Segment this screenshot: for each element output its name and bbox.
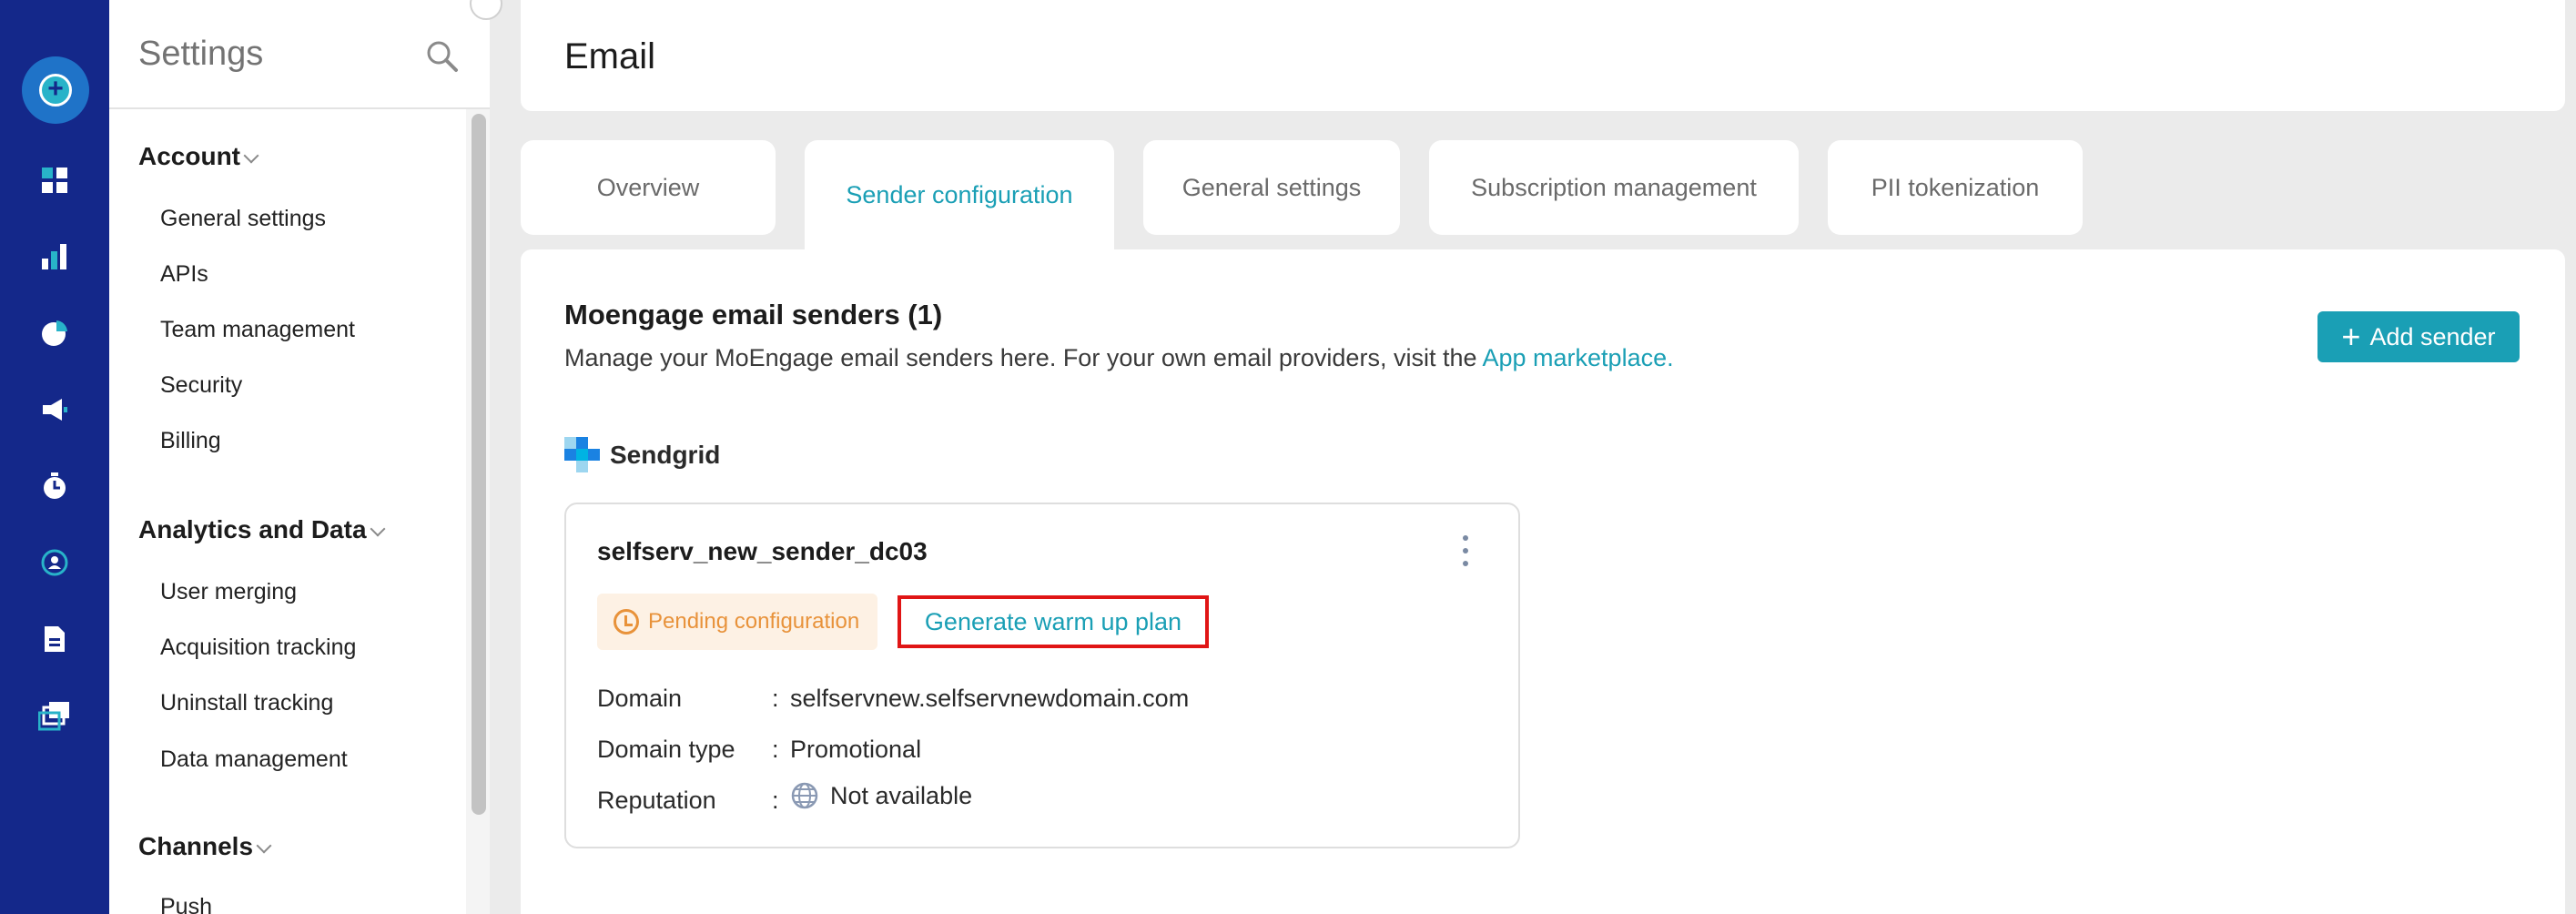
more-options-icon[interactable] bbox=[1460, 535, 1471, 566]
domain-type-colon: : bbox=[772, 736, 779, 763]
analytics-icon[interactable] bbox=[38, 240, 71, 273]
document-icon[interactable] bbox=[38, 623, 71, 655]
chevron-down-icon bbox=[243, 147, 259, 164]
domain-label: Domain bbox=[597, 685, 683, 712]
reputation-colon: : bbox=[772, 787, 779, 814]
content-icon[interactable] bbox=[38, 699, 71, 732]
clock-icon bbox=[614, 609, 639, 635]
domain-type-label: Domain type bbox=[597, 736, 735, 763]
campaign-icon[interactable] bbox=[38, 393, 71, 426]
generate-warm-up-plan-link[interactable]: Generate warm up plan bbox=[898, 595, 1209, 648]
sidebar-scrollbar-thumb[interactable] bbox=[472, 114, 486, 815]
status-badge: Pending configuration bbox=[597, 594, 877, 650]
globe-icon bbox=[790, 781, 819, 810]
reputation-label: Reputation bbox=[597, 787, 716, 814]
sidebar-group-analytics[interactable]: Analytics and Data bbox=[138, 515, 386, 544]
tab-subscription-management[interactable]: Subscription management bbox=[1429, 140, 1799, 235]
tab-overview[interactable]: Overview bbox=[521, 140, 776, 235]
sidebar-item-security[interactable]: Security bbox=[160, 372, 242, 399]
domain-colon: : bbox=[772, 685, 779, 712]
provider-name: Sendgrid bbox=[610, 441, 721, 469]
audience-icon[interactable] bbox=[38, 546, 71, 579]
sidebar-group-account[interactable]: Account bbox=[138, 142, 259, 171]
chevron-down-icon bbox=[256, 838, 272, 854]
sender-card: selfserv_new_sender_dc03 Pending configu… bbox=[564, 503, 1520, 848]
provider-header: Sendgrid bbox=[564, 437, 720, 473]
senders-description: Manage your MoEngage email senders here.… bbox=[564, 344, 1674, 371]
senders-title: Moengage email senders (1) bbox=[564, 299, 943, 330]
tab-sender-configuration[interactable]: Sender configuration bbox=[805, 140, 1114, 249]
sidebar-item-apis[interactable]: APIs bbox=[160, 261, 208, 288]
tab-general-settings[interactable]: General settings bbox=[1143, 140, 1400, 235]
tab-pii-tokenization[interactable]: PII tokenization bbox=[1828, 140, 2083, 235]
reputation-value: Not available bbox=[790, 781, 972, 810]
sidebar-title: Settings bbox=[138, 35, 264, 73]
sidebar-item-data-management[interactable]: Data management bbox=[160, 746, 348, 773]
page-title: Email bbox=[564, 36, 656, 76]
sidebar-item-acquisition-tracking[interactable]: Acquisition tracking bbox=[160, 635, 356, 661]
dashboard-icon[interactable] bbox=[38, 164, 71, 197]
sidebar-group-channels[interactable]: Channels bbox=[138, 832, 272, 861]
app-marketplace-link[interactable]: App marketplace. bbox=[1483, 344, 1674, 371]
search-icon[interactable] bbox=[424, 38, 461, 75]
sidebar-item-user-merging[interactable]: User merging bbox=[160, 579, 297, 605]
sidebar-header: Settings bbox=[109, 0, 490, 109]
settings-sidebar: Settings Account General settings APIs T… bbox=[109, 0, 490, 914]
domain-value: selfservnew.selfservnewdomain.com bbox=[790, 685, 1190, 712]
sender-configuration-panel: Moengage email senders (1) Manage your M… bbox=[521, 249, 2565, 914]
app-nav-rail: + bbox=[0, 0, 109, 914]
plus-icon: + bbox=[2341, 318, 2361, 355]
sidebar-item-push[interactable]: Push bbox=[160, 894, 212, 914]
sidebar-item-billing[interactable]: Billing bbox=[160, 428, 221, 454]
sidebar-item-uninstall-tracking[interactable]: Uninstall tracking bbox=[160, 690, 333, 716]
sidebar-item-general-settings[interactable]: General settings bbox=[160, 206, 326, 232]
sendgrid-logo-icon bbox=[564, 437, 601, 473]
timer-icon[interactable] bbox=[38, 470, 71, 503]
chevron-down-icon bbox=[370, 521, 386, 537]
domain-type-value: Promotional bbox=[790, 736, 922, 763]
segment-icon[interactable] bbox=[38, 317, 71, 350]
add-icon[interactable]: + bbox=[22, 56, 89, 124]
page-header: Email bbox=[521, 0, 2565, 111]
add-sender-button[interactable]: + Add sender bbox=[2317, 311, 2520, 362]
sender-name: selfserv_new_sender_dc03 bbox=[597, 537, 928, 565]
sidebar-item-team-management[interactable]: Team management bbox=[160, 317, 355, 343]
